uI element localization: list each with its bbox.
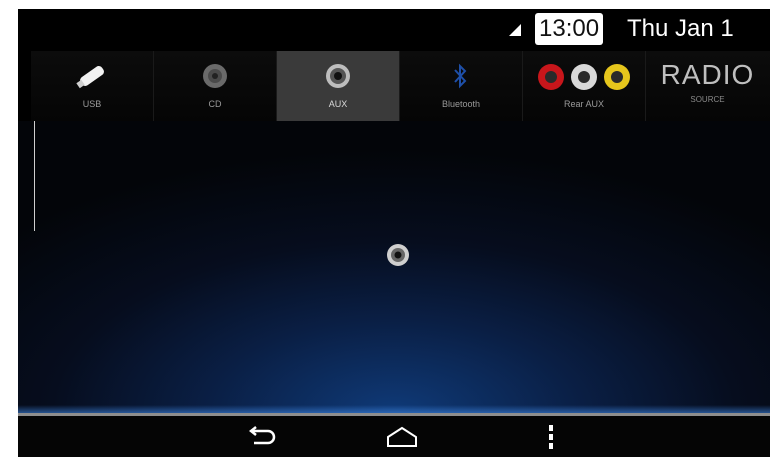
signal-icon xyxy=(509,24,521,36)
rca-jacks-icon xyxy=(538,64,630,90)
head-unit-screen: 13:00 Thu Jan 1 USB CD AUX Bluetooth Rea… xyxy=(18,9,770,457)
tab-radio-label: RADIO xyxy=(660,59,755,90)
navigation-bar xyxy=(18,416,770,457)
source-tabs: USB CD AUX Bluetooth Rear AUX RADIO SOUR… xyxy=(31,51,770,121)
date-label: Thu Jan 1 xyxy=(627,15,734,42)
aux-jack-icon xyxy=(326,64,350,88)
tab-aux[interactable]: AUX xyxy=(277,51,400,121)
main-display xyxy=(18,121,770,413)
menu-button[interactable] xyxy=(531,424,571,450)
usb-icon xyxy=(76,66,104,89)
back-button[interactable] xyxy=(242,424,282,450)
tab-usb[interactable]: USB xyxy=(31,51,154,121)
back-icon xyxy=(248,426,276,445)
tab-cd[interactable]: CD xyxy=(154,51,277,121)
tab-radio[interactable]: RADIO SOURCE xyxy=(646,51,769,121)
tab-rear-aux[interactable]: Rear AUX xyxy=(523,51,646,121)
cd-icon xyxy=(203,64,227,88)
tab-bluetooth-label: Bluetooth xyxy=(441,99,481,109)
home-button[interactable] xyxy=(382,424,422,450)
tab-cd-label: CD xyxy=(208,99,222,109)
tab-rear-aux-label: Rear AUX xyxy=(563,99,605,109)
home-icon xyxy=(387,426,417,447)
clock-time: 13:00 xyxy=(535,13,604,45)
tab-aux-label: AUX xyxy=(328,99,348,109)
aux-jack-icon xyxy=(387,244,409,266)
left-edge-line xyxy=(34,121,35,231)
menu-icon xyxy=(549,425,553,449)
bluetooth-icon xyxy=(454,63,467,89)
tab-bluetooth[interactable]: Bluetooth xyxy=(400,51,523,121)
bottom-glow xyxy=(18,405,770,413)
tab-radio-sublabel: SOURCE xyxy=(690,95,725,104)
tab-usb-label: USB xyxy=(82,99,102,109)
status-bar: 13:00 Thu Jan 1 xyxy=(18,9,770,51)
